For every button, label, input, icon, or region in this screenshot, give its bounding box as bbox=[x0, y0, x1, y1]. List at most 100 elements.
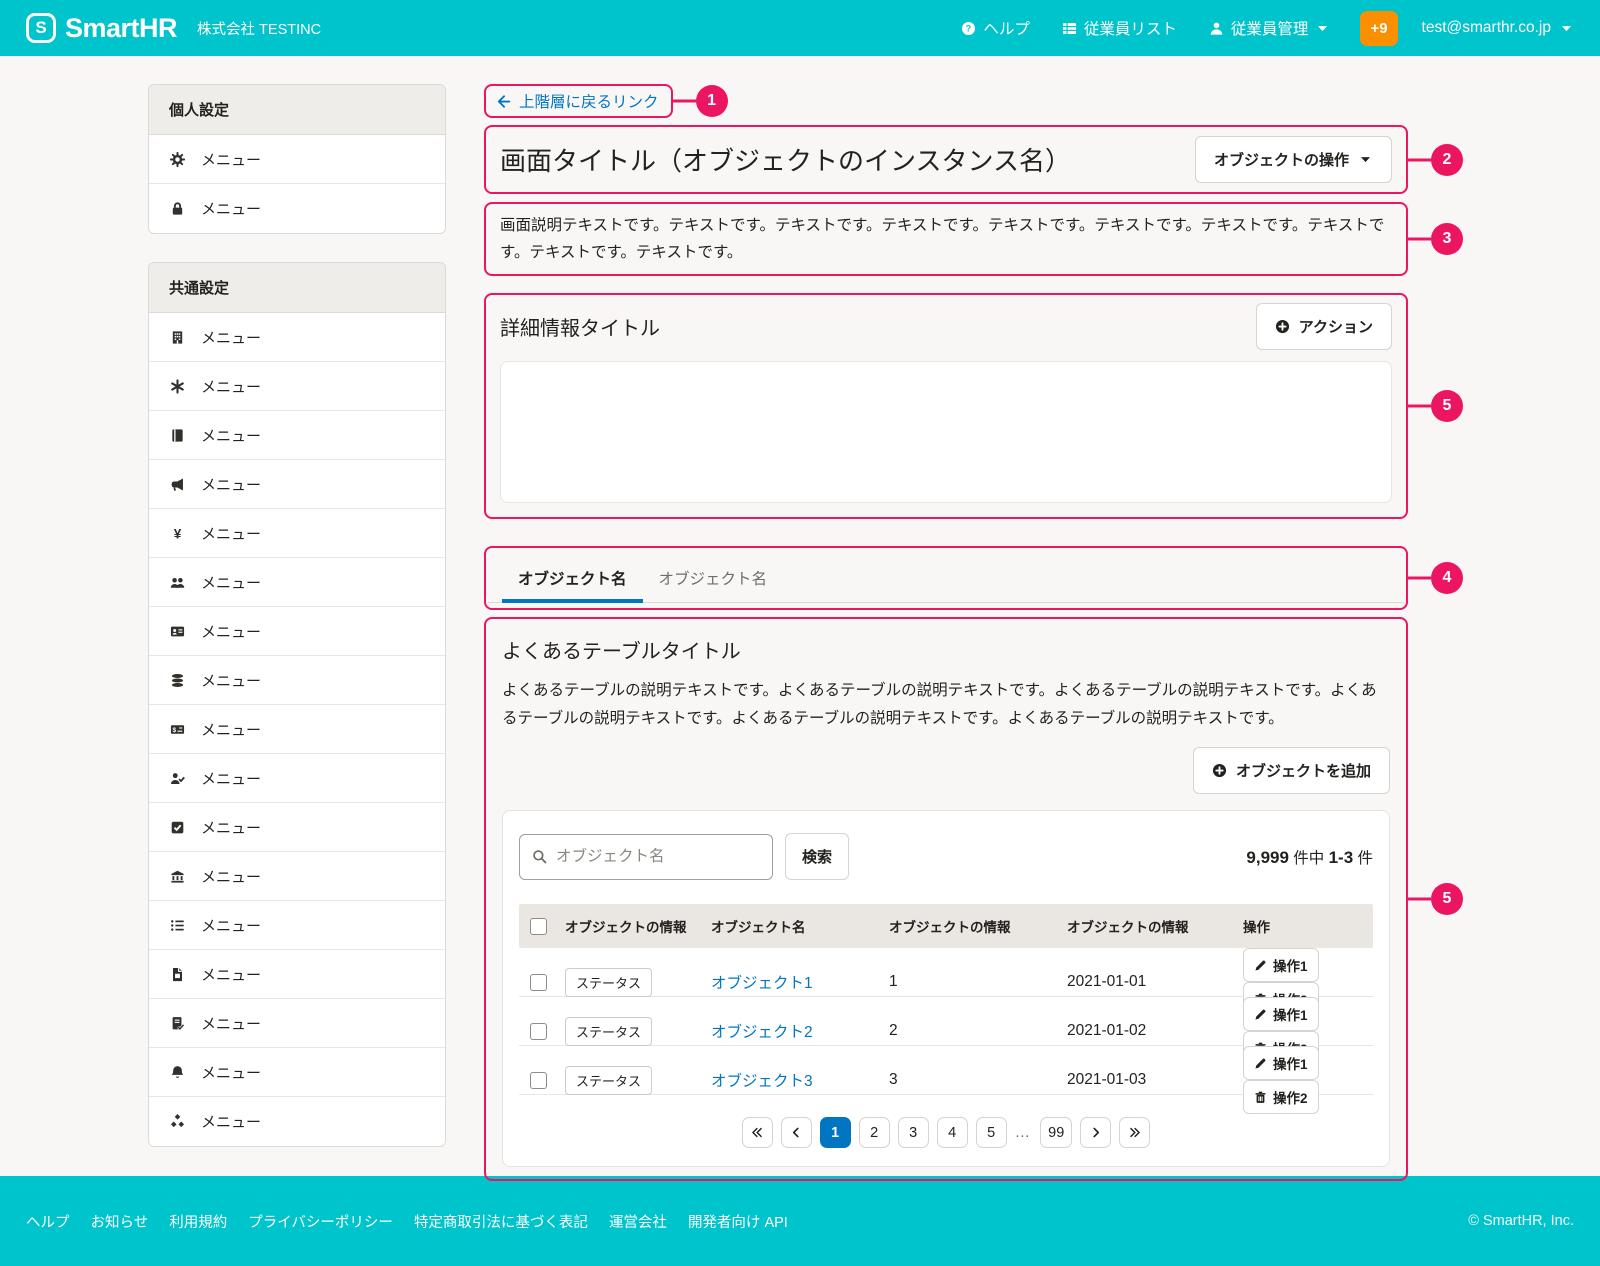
object-info: 1 bbox=[889, 973, 1067, 991]
search-box bbox=[519, 834, 773, 880]
sidebar-item[interactable]: メニュー bbox=[149, 754, 445, 803]
object-actions-button[interactable]: オブジェクトの操作 bbox=[1195, 136, 1392, 183]
sidebar-item-label: メニュー bbox=[201, 1013, 261, 1034]
notification-badge[interactable]: +9 bbox=[1360, 11, 1397, 46]
search-input[interactable] bbox=[556, 848, 760, 866]
smarthr-logo-icon: S bbox=[26, 13, 56, 43]
add-object-label: オブジェクトを追加 bbox=[1236, 760, 1371, 781]
detail-panel-title: 詳細情報タイトル bbox=[500, 312, 660, 341]
footer-link-5[interactable]: 運営会社 bbox=[609, 1211, 667, 1232]
object-info: 2 bbox=[889, 1022, 1067, 1040]
sidebar-item[interactable]: $メニュー bbox=[149, 705, 445, 754]
cubes-icon bbox=[169, 1114, 186, 1129]
clipboard-check-icon bbox=[169, 1016, 186, 1031]
edit-button[interactable]: 操作1 bbox=[1243, 1046, 1319, 1080]
sidebar-item[interactable]: メニュー bbox=[149, 135, 445, 184]
object-link[interactable]: オブジェクト1 bbox=[711, 975, 813, 992]
table-body: ステータスオブジェクト112021-01-01操作1操作2ステータスオブジェクト… bbox=[519, 948, 1373, 1095]
file-icon bbox=[169, 967, 186, 982]
app-header: S SmartHR 株式会社 TESTINC ?ヘルプ従業員リスト従業員管理 +… bbox=[0, 0, 1600, 56]
sidebar-item[interactable]: メニュー bbox=[149, 656, 445, 705]
footer-link-4[interactable]: 特定商取引法に基づく表記 bbox=[414, 1211, 588, 1232]
delete-button[interactable]: 操作2 bbox=[1243, 1080, 1319, 1114]
tab-object-1[interactable]: オブジェクト名 bbox=[502, 563, 643, 602]
sidebar-item-label: メニュー bbox=[201, 817, 261, 838]
pencil-icon bbox=[1254, 1007, 1267, 1022]
footer-link-1[interactable]: お知らせ bbox=[91, 1211, 149, 1232]
page-button[interactable]: 5 bbox=[976, 1117, 1007, 1148]
header-nav-item-2[interactable]: 従業員管理 bbox=[1209, 17, 1331, 39]
page-button[interactable]: 1 bbox=[820, 1117, 851, 1148]
page-button[interactable]: 3 bbox=[898, 1117, 929, 1148]
footer-link-3[interactable]: プライバシーポリシー bbox=[248, 1211, 393, 1232]
row-checkbox[interactable] bbox=[530, 1023, 547, 1040]
row-checkbox[interactable] bbox=[530, 974, 547, 991]
bell-icon bbox=[169, 1065, 186, 1080]
sidebar-item[interactable]: メニュー bbox=[149, 1048, 445, 1097]
megaphone-icon bbox=[169, 477, 186, 492]
result-count: 9,999 件中 1-3 件 bbox=[1246, 846, 1373, 868]
sidebar-item[interactable]: メニュー bbox=[149, 313, 445, 362]
chevrons-right-icon bbox=[1129, 1125, 1141, 1140]
tab-object-2[interactable]: オブジェクト名 bbox=[643, 563, 784, 602]
page-description: 画面説明テキストです。テキストです。テキストです。テキストです。テキストです。テ… bbox=[500, 212, 1392, 266]
table-row: ステータスオブジェクト332021-01-03操作1操作2 bbox=[519, 1046, 1373, 1095]
edit-button[interactable]: 操作1 bbox=[1243, 997, 1319, 1031]
column-header: 操作 bbox=[1243, 916, 1373, 936]
annotated-table-section: よくあるテーブルタイトル よくあるテーブルの説明テキストです。よくあるテーブルの… bbox=[484, 617, 1408, 1181]
sidebar-item[interactable]: メニュー bbox=[149, 558, 445, 607]
sidebar-item[interactable]: メニュー bbox=[149, 411, 445, 460]
footer-link-6[interactable]: 開発者向け API bbox=[688, 1211, 788, 1232]
edit-button[interactable]: 操作1 bbox=[1243, 948, 1319, 982]
next-page-button[interactable] bbox=[1080, 1117, 1111, 1148]
sidebar-item-label: メニュー bbox=[201, 376, 261, 397]
sidebar-item[interactable]: メニュー bbox=[149, 999, 445, 1048]
object-date: 2021-01-02 bbox=[1067, 1022, 1243, 1040]
smarthr-logo[interactable]: S SmartHR bbox=[26, 13, 177, 44]
prev-page-button[interactable] bbox=[781, 1117, 812, 1148]
header-nav-item-1[interactable]: 従業員リスト bbox=[1062, 17, 1177, 39]
annotated-page-title: 画面タイトル（オブジェクトのインスタンス名） オブジェクトの操作 2 bbox=[484, 125, 1408, 194]
list-icon bbox=[169, 918, 186, 933]
sidebar-item[interactable]: メニュー bbox=[149, 852, 445, 901]
landmark-icon bbox=[169, 869, 186, 884]
select-all-checkbox[interactable] bbox=[530, 918, 547, 935]
add-object-button[interactable]: オブジェクトを追加 bbox=[1193, 747, 1390, 794]
back-link[interactable]: 上階層に戻るリンク bbox=[496, 90, 659, 112]
sidebar-item[interactable]: メニュー bbox=[149, 950, 445, 999]
footer-link-2[interactable]: 利用規約 bbox=[169, 1211, 227, 1232]
money-check-icon: $ bbox=[169, 722, 186, 737]
gear-icon bbox=[169, 152, 186, 167]
sidebar-item[interactable]: メニュー bbox=[149, 184, 445, 233]
sidebar-item[interactable]: メニュー bbox=[149, 901, 445, 950]
header-nav-item-0[interactable]: ?ヘルプ bbox=[961, 17, 1030, 39]
sidebar-section-title: 共通設定 bbox=[149, 263, 445, 313]
sidebar-item[interactable]: ¥メニュー bbox=[149, 509, 445, 558]
sidebar-item[interactable]: メニュー bbox=[149, 803, 445, 852]
sidebar-item[interactable]: メニュー bbox=[149, 362, 445, 411]
object-actions-label: オブジェクトの操作 bbox=[1214, 149, 1349, 170]
sidebar-item[interactable]: メニュー bbox=[149, 607, 445, 656]
last-page-button[interactable] bbox=[1119, 1117, 1150, 1148]
sidebar-item[interactable]: メニュー bbox=[149, 1097, 445, 1146]
person-icon bbox=[1209, 21, 1224, 36]
page-button[interactable]: 4 bbox=[937, 1117, 968, 1148]
search-button[interactable]: 検索 bbox=[785, 833, 849, 880]
first-page-button[interactable] bbox=[742, 1117, 773, 1148]
action-button-label: アクション bbox=[1299, 316, 1373, 337]
annotation-badge: 2 bbox=[1431, 144, 1463, 176]
footer-link-0[interactable]: ヘルプ bbox=[26, 1211, 70, 1232]
page-button[interactable]: 2 bbox=[859, 1117, 890, 1148]
account-menu[interactable]: test@smarthr.co.jp bbox=[1422, 19, 1574, 37]
row-checkbox[interactable] bbox=[530, 1072, 547, 1089]
object-link[interactable]: オブジェクト2 bbox=[711, 1024, 813, 1041]
sidebar-item[interactable]: メニュー bbox=[149, 460, 445, 509]
object-link[interactable]: オブジェクト3 bbox=[711, 1073, 813, 1090]
result-count-total: 9,999 bbox=[1246, 848, 1289, 867]
sidebar-item-label: メニュー bbox=[201, 621, 261, 642]
action-button[interactable]: アクション bbox=[1256, 303, 1392, 350]
column-header: オブジェクト名 bbox=[711, 916, 889, 936]
sidebar-section-title: 個人設定 bbox=[149, 85, 445, 135]
lock-icon bbox=[169, 201, 186, 216]
page-button[interactable]: 99 bbox=[1040, 1117, 1072, 1148]
